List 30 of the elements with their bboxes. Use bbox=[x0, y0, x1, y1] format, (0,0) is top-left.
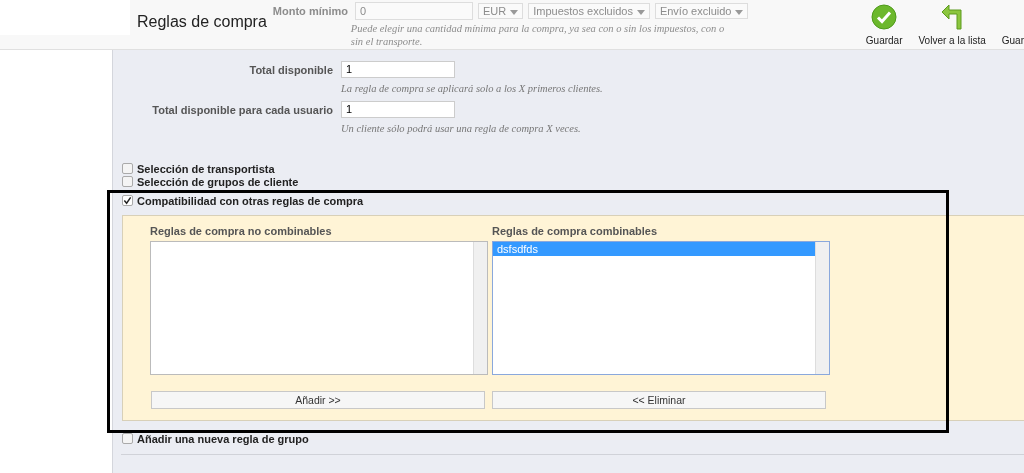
hint-text: sin el transporte. bbox=[350, 35, 424, 48]
toolbar-button[interactable]: Guar bbox=[995, 4, 1024, 46]
list-box[interactable] bbox=[150, 241, 488, 375]
checkbox-label: Añadir una nueva regla de grupo bbox=[137, 432, 309, 445]
checkbox[interactable] bbox=[122, 163, 133, 174]
scrollbar[interactable] bbox=[815, 242, 829, 374]
hint-text: Un cliente sólo podrá usar una regla de compra X veces. bbox=[341, 123, 581, 134]
list-heading: Reglas de compra no combinables bbox=[150, 225, 333, 237]
checkbox[interactable] bbox=[122, 195, 133, 206]
checkbox-label: Selección de grupos de cliente bbox=[137, 175, 299, 188]
toolbar-button[interactable]: Volver a la lista bbox=[912, 4, 992, 46]
page-title: Reglas de compra bbox=[137, 12, 267, 32]
list-heading: Reglas de compra combinables bbox=[492, 225, 659, 237]
back-arrow-icon bbox=[941, 4, 964, 30]
hint-text: La regla de compra se aplicará solo a los X primeros clientes. bbox=[341, 83, 603, 94]
scrollbar[interactable] bbox=[473, 242, 487, 374]
checkbox-label: Compatibilidad con otras reglas de compra bbox=[137, 194, 364, 207]
checkbox[interactable] bbox=[122, 433, 133, 444]
field-label: Total disponible bbox=[248, 63, 333, 78]
input-field[interactable]: 1 bbox=[341, 61, 455, 78]
hint-text: Puede elegir una cantidad mínima para la compra, ya sea con o sin los impuestos, con o bbox=[350, 22, 726, 35]
checkbox-label: Selección de transportista bbox=[137, 162, 275, 175]
field-label: Total disponible para cada usuario bbox=[151, 103, 333, 118]
list-button[interactable]: << Eliminar bbox=[492, 391, 826, 409]
input-field[interactable]: 1 bbox=[341, 101, 455, 118]
checkbox[interactable] bbox=[122, 176, 133, 187]
checkmark-icon bbox=[871, 4, 898, 30]
toolbar-button[interactable]: Guardar bbox=[859, 4, 909, 46]
field-label: Monto mínimo bbox=[272, 5, 348, 17]
list-button[interactable]: Añadir >> bbox=[151, 391, 485, 409]
